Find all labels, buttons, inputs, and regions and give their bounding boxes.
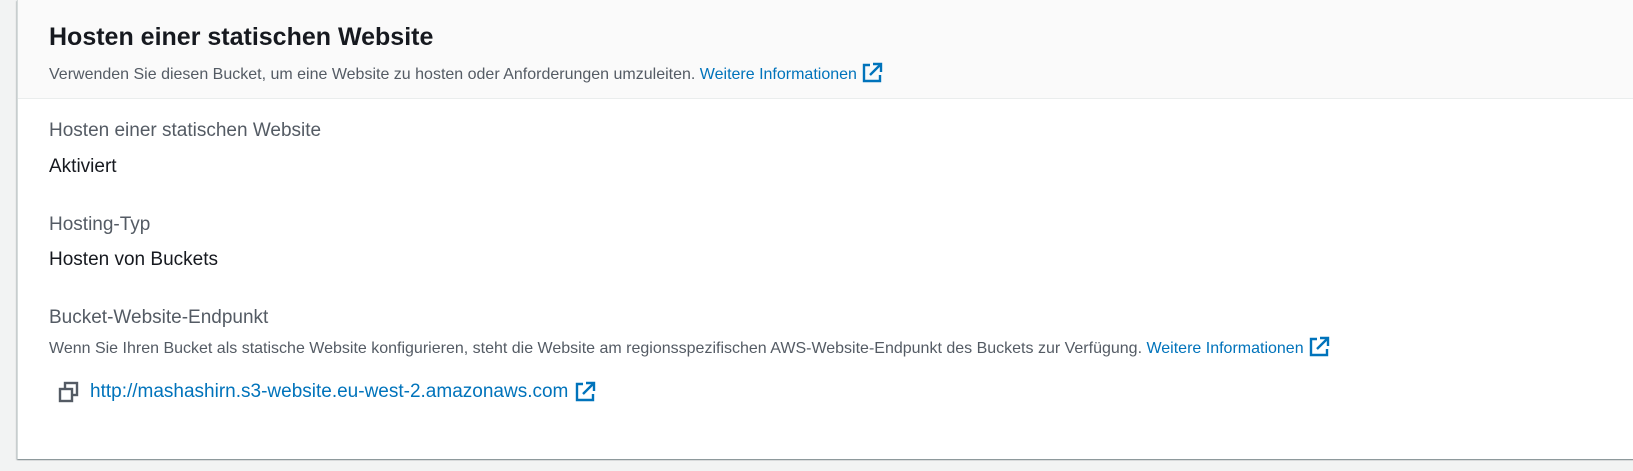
hosting-type-label: Hosting-Typ [49,214,151,235]
endpoint-url-link[interactable]: http://mashashirn.s3-website.eu-west-2.a… [90,379,568,405]
endpoint-label: Bucket-Website-Endpunkt [49,307,269,328]
external-link-icon[interactable] [574,381,596,403]
endpoint-description-text: Wenn Sie Ihren Bucket als statische Webs… [49,340,1143,357]
hosting-type-field: Hosting-Typ Hosten von Buckets [49,212,218,273]
panel-header: Hosten einer statischen Website Verwende… [18,0,1633,99]
static-website-hosting-panel: Hosten einer statischen Website Verwende… [17,0,1633,459]
hosting-label: Hosten einer statischen Website [49,120,322,141]
section-title: Hosten einer statischen Website [49,23,434,51]
info-link[interactable]: Weitere Informationen [700,66,857,83]
section-description: Verwenden Sie diesen Bucket, um eine Web… [49,62,1633,86]
hosting-value: Aktiviert [49,156,117,177]
hosting-type-value: Hosten von Buckets [49,249,218,270]
endpoint-field: Bucket-Website-Endpunkt Wenn Sie Ihren B… [49,305,1330,360]
hosting-field: Hosten einer statischen Website Aktivier… [49,118,321,180]
endpoint-description: Wenn Sie Ihren Bucket als statische Webs… [49,336,1330,360]
endpoint-url-row: http://mashashirn.s3-website.eu-west-2.a… [54,377,596,407]
endpoint-info-link[interactable]: Weitere Informationen [1146,340,1303,357]
copy-icon[interactable] [54,377,84,407]
section-description-text: Verwenden Sie diesen Bucket, um eine Web… [49,66,696,83]
external-link-icon[interactable] [1308,336,1330,358]
external-link-icon[interactable] [861,62,883,84]
